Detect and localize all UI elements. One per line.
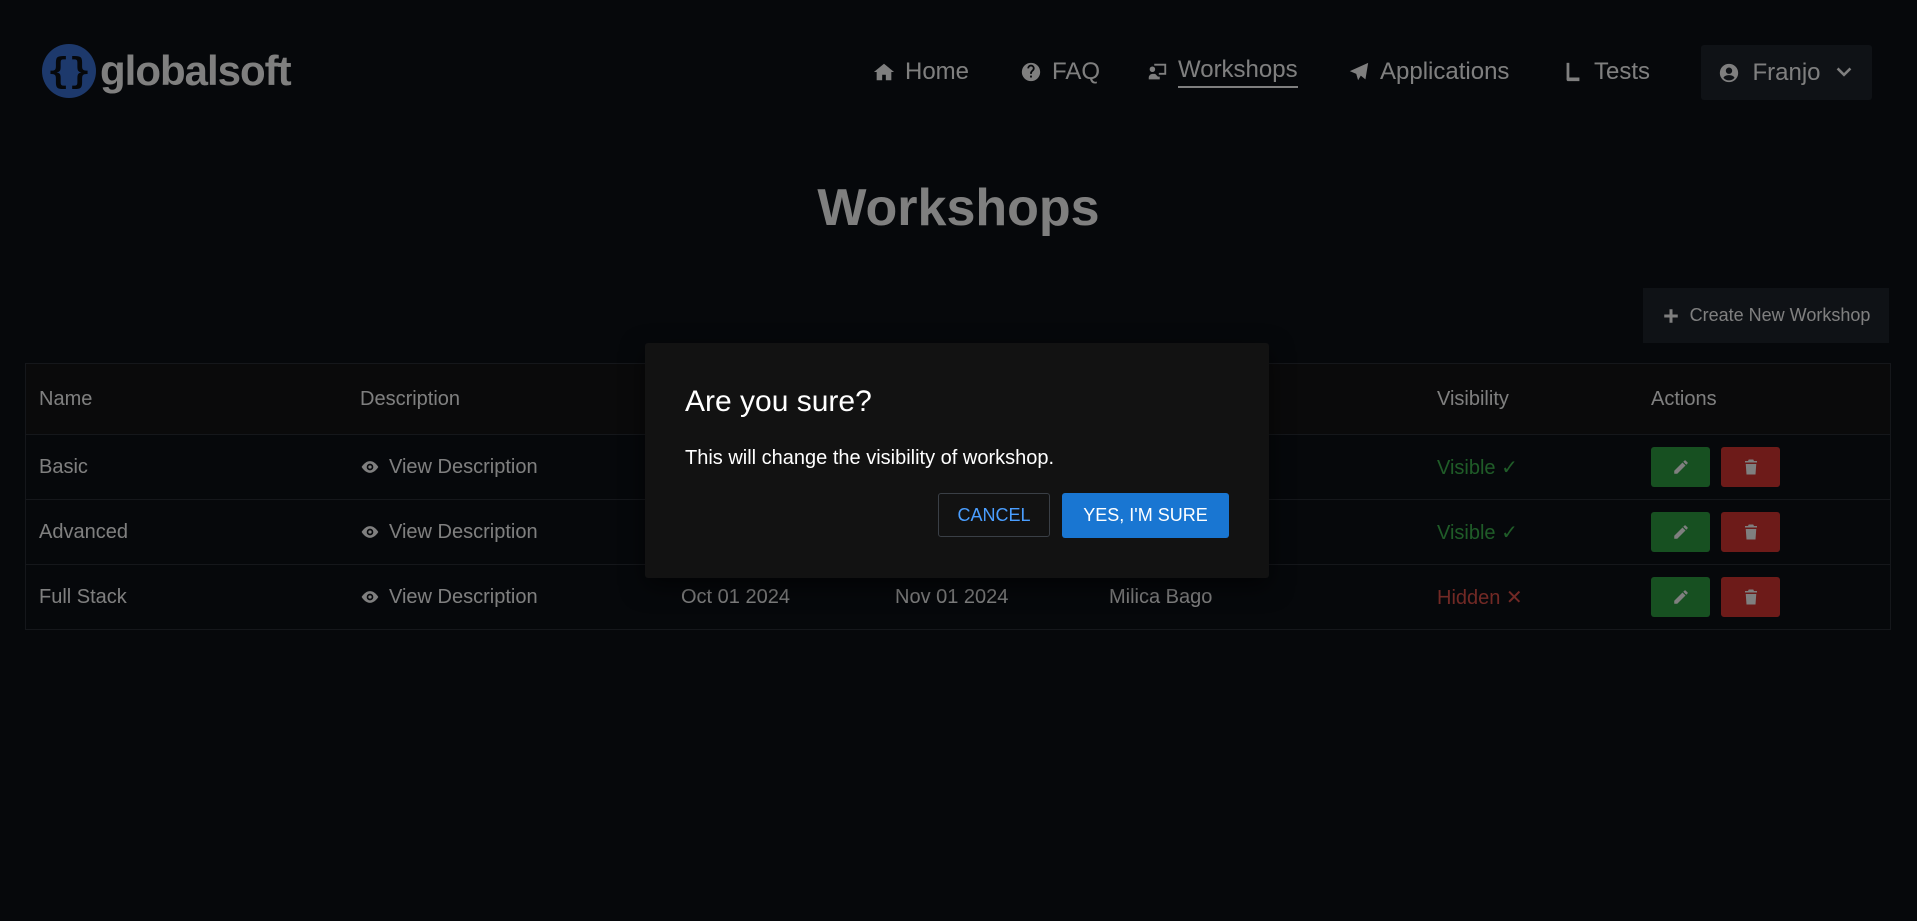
dialog-message: This will change the visibility of works… (685, 447, 1055, 469)
confirm-button[interactable]: YES, I'M SURE (1062, 493, 1229, 538)
dialog-title: Are you sure? (685, 385, 872, 418)
confirm-dialog: Are you sure? This will change the visib… (645, 343, 1269, 578)
cancel-button[interactable]: CANCEL (938, 493, 1050, 537)
